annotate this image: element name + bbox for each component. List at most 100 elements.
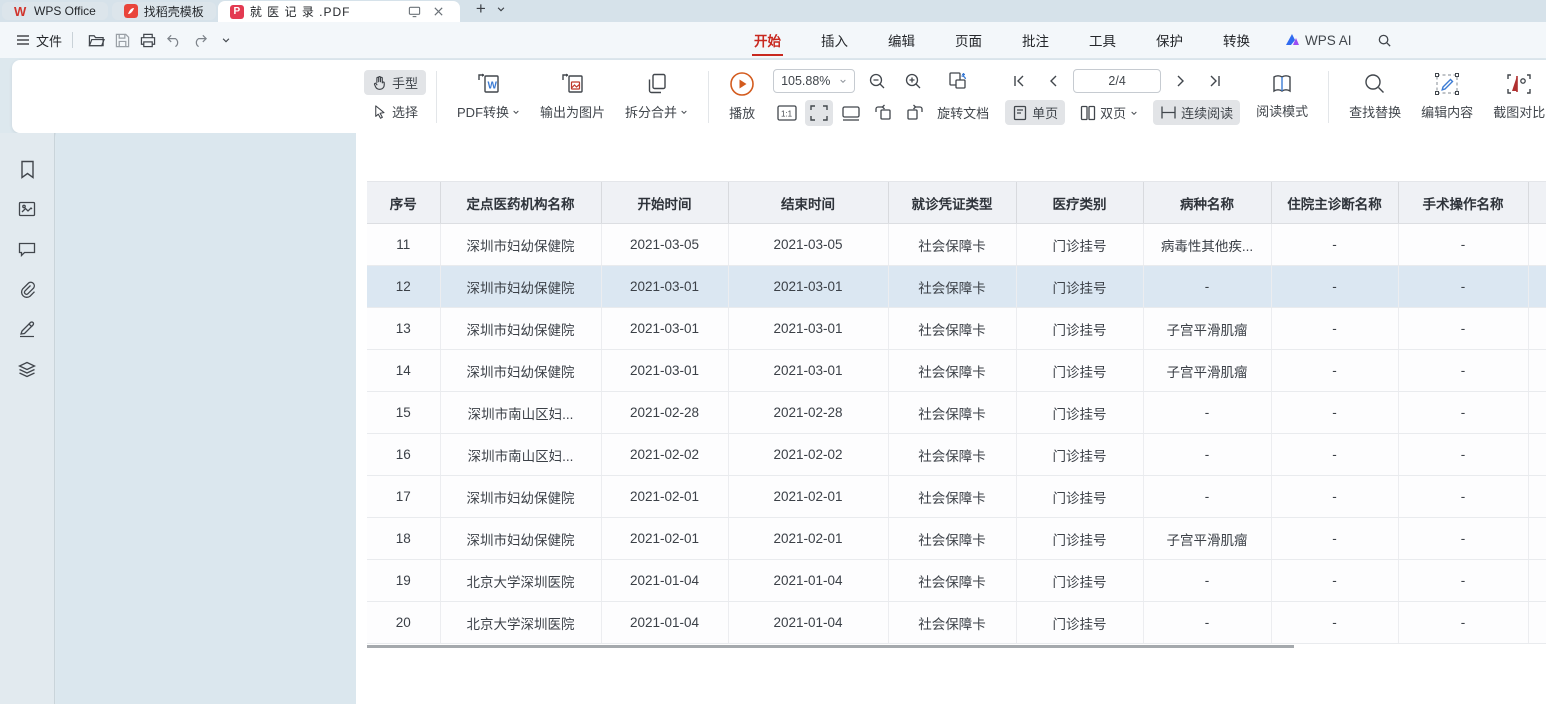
ribbon-tab-comment[interactable]: 批注	[1002, 22, 1069, 58]
tab-list-chevron-icon[interactable]	[492, 0, 510, 18]
rotate-left-icon[interactable]	[869, 100, 897, 126]
ribbon-tab-home[interactable]: 开始	[734, 22, 801, 58]
file-menu-button[interactable]: 文件	[16, 31, 62, 50]
single-page-button[interactable]: 单页	[1005, 100, 1065, 125]
table-cell: 深圳市妇幼保健院	[440, 476, 601, 518]
hand-tool-button[interactable]: 手型	[364, 70, 426, 95]
rotate-right-icon[interactable]	[901, 100, 929, 126]
rotate-doc-button[interactable]: 旋转文档	[937, 103, 989, 122]
export-image-button[interactable]: 输出为图片	[530, 68, 615, 125]
table-cell: 社会保障卡	[888, 266, 1016, 308]
quickbar-chevron-icon[interactable]	[213, 27, 239, 53]
fit-page-button[interactable]	[805, 100, 833, 126]
column-header: 医疗类别	[1016, 182, 1143, 224]
actual-size-button[interactable]: 1:1	[773, 100, 801, 126]
bookmark-icon[interactable]	[15, 157, 39, 181]
divider	[1328, 71, 1329, 123]
zoom-level-dropdown[interactable]: 105.88%	[773, 69, 855, 93]
fit-width-button[interactable]	[837, 100, 865, 126]
table-cell: 2021-02-01	[601, 518, 728, 560]
zoom-in-icon[interactable]	[899, 68, 927, 94]
wps-ai-button[interactable]: WPS AI	[1270, 33, 1366, 48]
zoom-out-icon[interactable]	[863, 68, 891, 94]
split-merge-button[interactable]: 拆分合并	[615, 68, 698, 125]
last-page-icon[interactable]	[1201, 68, 1229, 94]
tab-active-document[interactable]: P 就 医 记 录 .PDF	[218, 1, 460, 22]
thumbnail-icon[interactable]	[15, 197, 39, 221]
present-to-screen-icon[interactable]	[406, 3, 424, 21]
chevron-down-icon	[512, 108, 520, 116]
signature-icon[interactable]	[15, 317, 39, 341]
close-tab-icon[interactable]	[430, 3, 448, 21]
table-cell-partial	[1528, 518, 1546, 560]
table-cell: 社会保障卡	[888, 476, 1016, 518]
continuous-reading-button[interactable]: 连续阅读	[1153, 100, 1240, 125]
table-row: 17深圳市妇幼保健院2021-02-012021-02-01社会保障卡门诊挂号-…	[367, 476, 1546, 518]
table-cell-partial	[1528, 602, 1546, 644]
new-tab-button[interactable]: +	[472, 0, 490, 18]
pdf-convert-button[interactable]: W PDF转换	[447, 68, 530, 125]
menu-search-icon[interactable]	[1372, 27, 1398, 53]
table-cell: -	[1271, 434, 1398, 476]
wps-logo-icon: W	[14, 4, 28, 18]
window-tab-bar: W WPS Office 找稻壳模板 P 就 医 记 录 .PDF +	[0, 0, 1546, 22]
table-cell-partial	[1528, 224, 1546, 266]
table-cell: 门诊挂号	[1016, 266, 1143, 308]
edit-content-button[interactable]: 编辑内容	[1411, 68, 1483, 125]
chevron-down-icon	[680, 108, 688, 116]
redo-icon[interactable]	[187, 27, 213, 53]
table-cell: 深圳市妇幼保健院	[440, 224, 601, 266]
table-cell: -	[1398, 224, 1528, 266]
print-icon[interactable]	[135, 27, 161, 53]
svg-text:1:1: 1:1	[781, 109, 793, 118]
save-icon[interactable]	[109, 27, 135, 53]
undo-icon[interactable]	[161, 27, 187, 53]
pdf-file-icon: P	[230, 5, 244, 19]
table-cell: 社会保障卡	[888, 350, 1016, 392]
rotate-pages-icon[interactable]	[945, 68, 973, 94]
toolbar: 手型 选择 W PDF转换 输出为图片 拆分合并 播放 105.88%	[12, 60, 1546, 133]
find-replace-label: 查找替换	[1349, 102, 1401, 121]
double-page-button[interactable]: 双页	[1073, 100, 1145, 125]
edit-content-label: 编辑内容	[1421, 102, 1473, 121]
ribbon-tab-insert[interactable]: 插入	[801, 22, 868, 58]
tab-wps-office[interactable]: W WPS Office	[2, 2, 108, 20]
table-cell: 20	[367, 602, 440, 644]
select-tool-button[interactable]: 选择	[364, 99, 426, 124]
table-cell: 14	[367, 350, 440, 392]
comment-icon[interactable]	[15, 237, 39, 261]
ribbon-tab-page[interactable]: 页面	[935, 22, 1002, 58]
first-page-icon[interactable]	[1005, 68, 1033, 94]
next-page-icon[interactable]	[1167, 68, 1195, 94]
table-cell: 深圳市南山区妇...	[440, 392, 601, 434]
screenshot-compare-button[interactable]: 截图对比	[1483, 68, 1546, 125]
ribbon-tab-edit[interactable]: 编辑	[868, 22, 935, 58]
table-cell: -	[1271, 224, 1398, 266]
divider	[436, 71, 437, 123]
tab-docer-templates[interactable]: 找稻壳模板	[112, 2, 216, 20]
play-button[interactable]: 播放	[719, 67, 765, 126]
table-cell: -	[1398, 392, 1528, 434]
open-file-icon[interactable]	[83, 27, 109, 53]
table-cell: 门诊挂号	[1016, 434, 1143, 476]
table-cell: 2021-03-05	[728, 224, 888, 266]
table-cell: -	[1398, 266, 1528, 308]
ribbon-tab-convert[interactable]: 转换	[1203, 22, 1270, 58]
page-number-input[interactable]: 2/4	[1073, 69, 1161, 93]
table-cell: 2021-02-01	[601, 476, 728, 518]
find-replace-button[interactable]: 查找替换	[1339, 68, 1411, 125]
ribbon-tab-tools[interactable]: 工具	[1069, 22, 1136, 58]
prev-page-icon[interactable]	[1039, 68, 1067, 94]
table-cell: 2021-03-01	[601, 308, 728, 350]
pdf-convert-label: PDF转换	[457, 102, 509, 121]
table-cell: -	[1271, 350, 1398, 392]
ribbon-tab-protect[interactable]: 保护	[1136, 22, 1203, 58]
reading-mode-button[interactable]: 阅读模式	[1246, 69, 1318, 124]
pdf-page[interactable]: 序号定点医药机构名称开始时间结束时间就诊凭证类型医疗类别病种名称住院主诊断名称手…	[356, 133, 1546, 704]
sidebar-panel[interactable]	[56, 133, 356, 704]
table-cell: 北京大学深圳医院	[440, 560, 601, 602]
layers-icon[interactable]	[15, 357, 39, 381]
table-cell: -	[1143, 476, 1271, 518]
screenshot-compare-label: 截图对比	[1493, 102, 1545, 121]
attachment-icon[interactable]	[15, 277, 39, 301]
